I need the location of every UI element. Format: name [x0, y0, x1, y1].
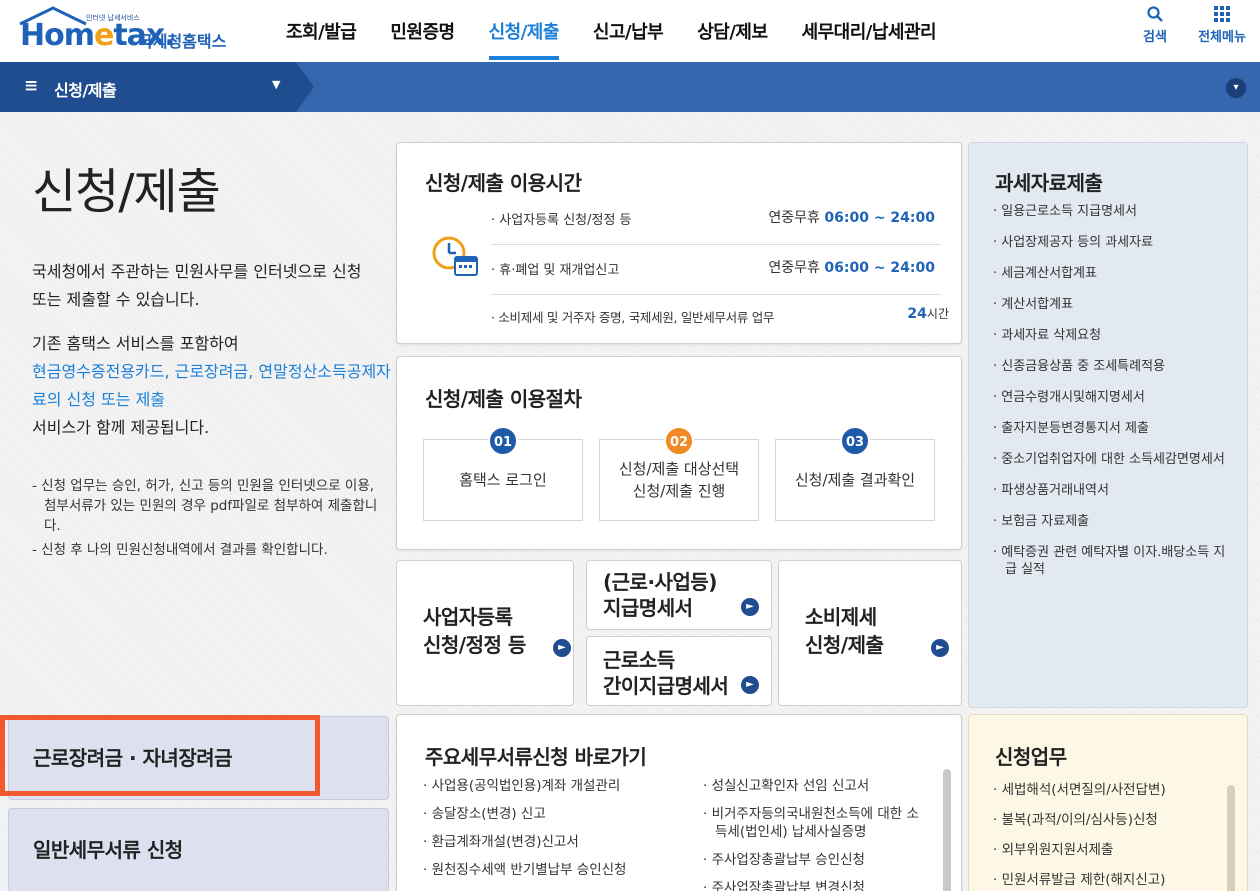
top-header: 인터넷 납세서비스 Hometax. 국세청홈택스 조회/발급 민원증명 신청/…	[0, 0, 1260, 62]
search-icon	[1125, 6, 1185, 26]
general-docs-button[interactable]: 일반세무서류 신청	[8, 808, 389, 891]
step-login: 01 홈택스 로그인	[423, 426, 583, 521]
clock-calendar-icon	[432, 236, 478, 276]
shortcut-link[interactable]: · 송달장소(변경) 신고	[423, 805, 683, 823]
shortcut-link[interactable]: · 비거주자등의국내원천소득에 대한 소득세(법인세) 납세사실증명	[703, 805, 929, 841]
nav-tax-agent[interactable]: 세무대리/납세관리	[802, 0, 937, 60]
apply-work-item[interactable]: · 세법해석(서면질의/사전답변)	[993, 781, 1166, 799]
note-item: - 신청 후 나의 민원신청내역에서 결과를 확인합니다.	[32, 542, 328, 558]
step-number: 01	[488, 426, 518, 456]
nav-consult[interactable]: 상담/제보	[697, 0, 768, 60]
tax-data-item[interactable]: · 일용근로소득 지급명세서	[993, 203, 1229, 220]
arrow-right-circle-icon: ►	[931, 639, 949, 657]
caret-down-icon[interactable]: ▼	[272, 78, 280, 91]
hometax-logo[interactable]: 인터넷 납세서비스 Hometax. 국세청홈택스	[14, 4, 244, 56]
tax-data-item[interactable]: · 신종금융상품 중 조세특례적용	[993, 358, 1229, 375]
all-menu-button[interactable]: 전체메뉴	[1192, 6, 1252, 45]
quick-business-registration[interactable]: 사업자등록 신청/정정 등 ►	[396, 560, 574, 706]
shortcut-list-right: · 성실신고확인자 선임 신고서 · 비거주자등의국내원천소득에 대한 소득세(…	[703, 777, 929, 891]
apply-work-panel: 신청업무 · 세법해석(서면질의/사전답변) · 불복(과적/이의/심사등)신청…	[968, 714, 1248, 891]
tax-data-item[interactable]: · 계산서합계표	[993, 296, 1229, 313]
sub-navbar: ≡ 신청/제출 ▼ ▾	[0, 62, 1260, 112]
usage-time-card: 신청/제출 이용시간 · 사업자등록 신청/정정 등 연중무휴 06:00 ~ …	[396, 142, 962, 344]
search-button[interactable]: 검색	[1125, 6, 1185, 45]
shortcut-link[interactable]: · 성실신고확인자 선임 신고서	[703, 777, 929, 795]
sub-nav-title: 신청/제출	[54, 81, 117, 100]
scrollbar[interactable]	[1227, 785, 1235, 891]
quick-payment-statement[interactable]: (근로·사업등) 지급명세서 ►	[586, 560, 772, 630]
intro-notes: - 신청 업무는 승인, 허가, 신고 등의 민원을 인터넷으로 이용, 첨부서…	[32, 476, 382, 560]
procedure-card: 신청/제출 이용절차 01 홈택스 로그인 02 신청/제출 대상선택 신청/제…	[396, 356, 962, 550]
arrow-right-circle-icon: ►	[741, 598, 759, 616]
step-number: 02	[664, 426, 694, 456]
tax-data-item[interactable]: · 과세자료 삭제요청	[993, 327, 1229, 344]
shortcut-link[interactable]: · 사업용(공익법인용)계좌 개설관리	[423, 777, 683, 795]
tax-data-panel: 과세자료제출 · 일용근로소득 지급명세서 · 사업장제공자 등의 과세자료 ·…	[968, 142, 1248, 708]
usage-row: · 사업자등록 신청/정정 등 연중무휴 06:00 ~ 24:00	[491, 195, 941, 245]
note-item: - 신청 업무는 승인, 허가, 신고 등의 민원을 인터넷으로 이용, 첨부서…	[32, 478, 378, 534]
grid-menu-icon	[1192, 6, 1252, 26]
apply-work-list: · 세법해석(서면질의/사전답변) · 불복(과적/이의/심사등)신청 · 외부…	[993, 781, 1166, 891]
apply-work-title: 신청업무	[995, 745, 1067, 769]
chevron-down-icon[interactable]: ▾	[1226, 78, 1246, 98]
arrow-right-circle-icon: ►	[553, 639, 571, 657]
tax-data-item[interactable]: · 세금계산서합계표	[993, 265, 1229, 282]
intro-highlight: 현금영수증전용카드, 근로장려금, 연말정산소득공제자료의 신청 또는 제출	[32, 362, 391, 409]
apply-work-item[interactable]: · 불복(과적/이의/심사등)신청	[993, 811, 1166, 829]
tax-data-item[interactable]: · 중소기업취업자에 대한 소득세감면명세서	[993, 451, 1229, 468]
usage-row: · 휴·폐업 및 재개업신고 연중무휴 06:00 ~ 24:00	[491, 245, 941, 295]
tax-data-item[interactable]: · 연금수령개시및해지명세서	[993, 389, 1229, 406]
step-result: 03 신청/제출 결과확인	[775, 426, 935, 521]
main-content: 신청/제출 국세청에서 주관하는 민원사무를 인터넷으로 신청 또는 제출할 수…	[0, 112, 1260, 891]
step-select: 02 신청/제출 대상선택 신청/제출 진행	[599, 426, 759, 521]
nav-certificate[interactable]: 민원증명	[390, 0, 455, 60]
shortcut-link[interactable]: · 주사업장총괄납부 승인신청	[703, 851, 929, 869]
hamburger-icon[interactable]: ≡	[24, 76, 38, 96]
usage-row: · 소비제세 및 거주자 증명, 국제세원, 일반세무서류 업무 24시간	[491, 306, 949, 325]
nav-apply-submit[interactable]: 신청/제출	[488, 0, 559, 60]
arrow-right-circle-icon: ►	[741, 676, 759, 694]
apply-work-item[interactable]: · 외부위원지원서제출	[993, 841, 1166, 859]
shortcut-link[interactable]: · 환급계좌개설(변경)신고서	[423, 833, 683, 851]
nav-report-pay[interactable]: 신고/납부	[593, 0, 664, 60]
selection-highlight	[0, 715, 320, 796]
logo-korean: 국세청홈택스	[138, 32, 227, 51]
intro-paragraph: 국세청에서 주관하는 민원사무를 인터넷으로 신청 또는 제출할 수 있습니다.	[32, 262, 362, 309]
usage-time-title: 신청/제출 이용시간	[425, 171, 582, 195]
all-menu-label: 전체메뉴	[1198, 30, 1246, 45]
tax-data-item[interactable]: · 예탁증권 관련 예탁자별 이자.배당소득 지급 실적	[993, 544, 1229, 578]
tax-data-item[interactable]: · 출자지분등변경통지서 제출	[993, 420, 1229, 437]
tax-data-item[interactable]: · 보험금 자료제출	[993, 513, 1229, 530]
sub-nav-dropdown[interactable]: ≡ 신청/제출 ▼	[0, 62, 296, 112]
nav-inquiry[interactable]: 조회/발급	[286, 0, 357, 60]
page-title: 신청/제출	[32, 164, 221, 220]
tax-data-title: 과세자료제출	[995, 171, 1103, 195]
tax-data-item[interactable]: · 사업장제공자 등의 과세자료	[993, 234, 1229, 251]
intro-section: 신청/제출 국세청에서 주관하는 민원사무를 인터넷으로 신청 또는 제출할 수…	[32, 152, 392, 564]
shortcut-card: 주요세무서류신청 바로가기 · 사업용(공익법인용)계좌 개설관리 · 송달장소…	[396, 714, 962, 891]
global-nav: 조회/발급 민원증명 신청/제출 신고/납부 상담/제보 세무대리/납세관리	[286, 0, 970, 60]
apply-work-item[interactable]: · 민원서류발급 제한(해지신고)	[993, 871, 1166, 889]
breadcrumb-arrow	[296, 62, 314, 112]
shortcut-list-left: · 사업용(공익법인용)계좌 개설관리 · 송달장소(변경) 신고 · 환급계좌…	[423, 777, 683, 889]
procedure-title: 신청/제출 이용절차	[425, 387, 582, 411]
step-number: 03	[840, 426, 870, 456]
search-label: 검색	[1143, 30, 1167, 45]
shortcut-link[interactable]: · 원천징수세액 반기별납부 승인신청	[423, 861, 683, 879]
scrollbar[interactable]	[943, 769, 951, 891]
shortcut-title: 주요세무서류신청 바로가기	[425, 745, 647, 769]
intro-services: 기존 홈택스 서비스를 포함하여 현금영수증전용카드, 근로장려금, 연말정산소…	[32, 334, 391, 437]
tax-data-list: · 일용근로소득 지급명세서 · 사업장제공자 등의 과세자료 · 세금계산서합…	[993, 203, 1229, 592]
quick-consumption-tax[interactable]: 소비제세 신청/제출 ►	[778, 560, 962, 706]
quick-simple-statement[interactable]: 근로소득 간이지급명세서 ►	[586, 636, 772, 706]
tax-data-item[interactable]: · 파생상품거래내역서	[993, 482, 1229, 499]
shortcut-link[interactable]: · 주사업장총괄납부 변경신청	[703, 879, 929, 891]
